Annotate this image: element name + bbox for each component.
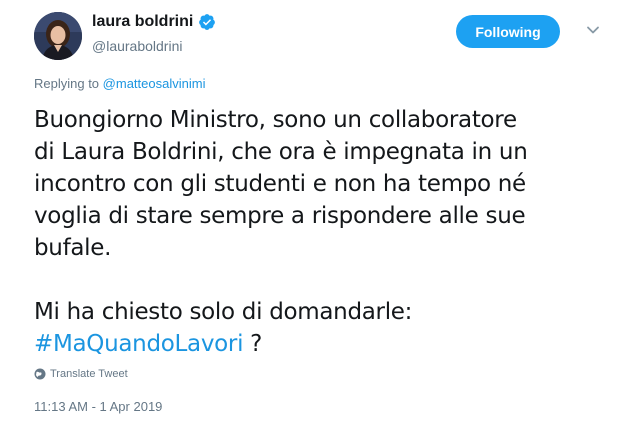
tweet-suffix: ? <box>243 331 263 357</box>
translate-tweet-link[interactable]: Translate Tweet <box>34 368 128 380</box>
verified-badge-icon <box>199 14 216 30</box>
author-name-row: laura boldrini <box>92 13 216 31</box>
globe-icon <box>34 368 46 380</box>
tweet-line: voglia di stare sempre a rispondere alle… <box>34 203 526 229</box>
replying-to-prefix: Replying to <box>34 76 100 91</box>
reply-mention-link[interactable]: @matteosalvinimi <box>103 76 206 91</box>
tweet-timestamp[interactable]: 11:13 AM - 1 Apr 2019 <box>34 399 162 414</box>
hashtag-link[interactable]: #MaQuandoLavori <box>34 331 243 357</box>
tweet-line: di Laura Boldrini, che ora è impegnata i… <box>34 139 528 165</box>
tweet-line: incontro con gli studenti e non ha tempo… <box>34 171 526 197</box>
replying-to: Replying to @matteosalvinimi <box>34 76 205 91</box>
tweet-line: bufale. <box>34 235 112 261</box>
tweet-hashtag-line: #MaQuandoLavori ? <box>34 328 614 360</box>
translate-label: Translate Tweet <box>50 368 128 380</box>
following-button[interactable]: Following <box>456 15 560 48</box>
author-handle[interactable]: @lauraboldrini <box>92 38 182 54</box>
tweet-card: laura boldrini @lauraboldrini Following … <box>0 0 630 422</box>
author-display-name[interactable]: laura boldrini <box>92 13 193 31</box>
chevron-down-icon[interactable] <box>585 22 601 38</box>
tweet-line: Mi ha chiesto solo di domandarle: <box>34 299 413 325</box>
tweet-text: Buongiorno Ministro, sono un collaborato… <box>34 104 614 360</box>
avatar[interactable] <box>34 12 82 60</box>
tweet-line: Buongiorno Ministro, sono un collaborato… <box>34 107 517 133</box>
